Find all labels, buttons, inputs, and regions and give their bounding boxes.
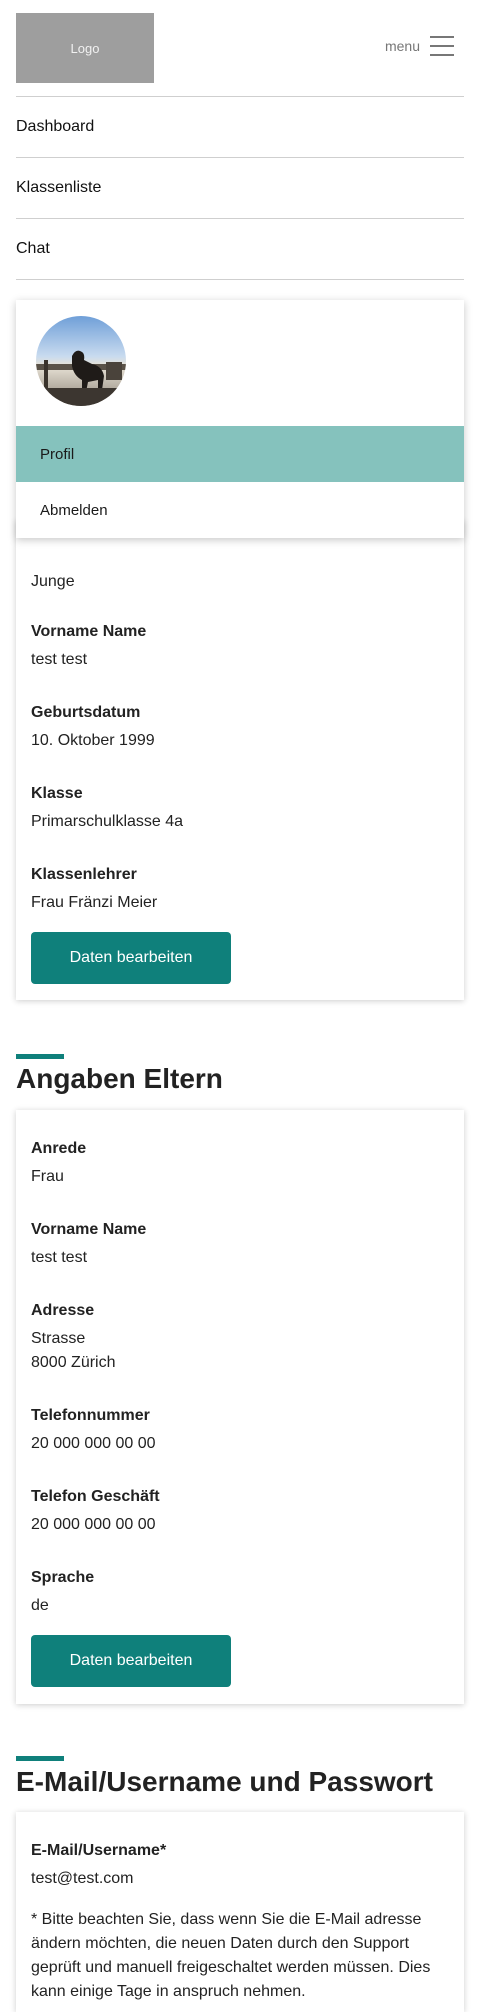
logo-text: Logo [70, 40, 100, 56]
main-nav: Dashboard Klassenliste Chat [16, 96, 464, 280]
field-value: Frau Fränzi Meier [31, 894, 158, 911]
section-accent-bar [16, 1054, 64, 1059]
field-value: test test [31, 651, 88, 668]
profile-menu-label: Profil [40, 445, 75, 463]
field-label: Sprache [31, 1569, 95, 1586]
email-change-note: * Bitte beachten Sie, dass wenn Sie die … [31, 1908, 451, 2004]
parents-info-card: Anrede Frau Vorname Name test test Adres… [16, 1110, 464, 1704]
section-title-account: E-Mail/Username und Passwort [16, 1766, 434, 1797]
header: Logo menu [0, 0, 480, 96]
field-label: Vorname Name [31, 623, 147, 640]
profile-menu-label: Abmelden [40, 501, 108, 519]
email-label: E-Mail/Username* [31, 1842, 167, 1859]
field-value: 10. Oktober 1999 [31, 732, 155, 749]
nav-item-label: Chat [16, 240, 50, 257]
nav-item-chat[interactable]: Chat [16, 218, 464, 280]
note-line: geprüft und manuell freigeschaltet werde… [31, 1959, 431, 1976]
nav-item-label: Dashboard [16, 118, 95, 135]
email-value: test@test.com [31, 1870, 134, 1887]
gender-value: Junge [31, 573, 75, 590]
edit-child-data-button[interactable]: Daten bearbeiten [31, 932, 231, 984]
nav-item-klassenliste[interactable]: Klassenliste [16, 157, 464, 218]
note-line: * Bitte beachten Sie, dass wenn Sie die … [31, 1911, 422, 1928]
note-line: ändern möchten, die neuen Daten durch de… [31, 1935, 410, 1952]
field-value: 20 000 000 00 00 [31, 1516, 156, 1533]
field-label: Anrede [31, 1140, 87, 1157]
field-label: Vorname Name [31, 1221, 147, 1238]
field-value: test test [31, 1249, 88, 1266]
section-accent-bar [16, 1756, 64, 1761]
logo[interactable]: Logo [16, 13, 154, 83]
nav-item-dashboard[interactable]: Dashboard [16, 96, 464, 157]
field-value: Primarschulklasse 4a [31, 813, 184, 830]
menu-toggle[interactable]: menu [385, 36, 454, 56]
profile-menu-item-profil[interactable]: Profil [16, 426, 464, 482]
field-label: Adresse [31, 1302, 95, 1319]
field-label: Telefonnummer [31, 1407, 150, 1424]
field-label: Klasse [31, 785, 83, 802]
hamburger-icon[interactable] [430, 36, 454, 56]
field-label: Klassenlehrer [31, 866, 137, 883]
section-title-parents: Angaben Eltern [16, 1063, 223, 1094]
field-value-line2: 8000 Zürich [31, 1354, 116, 1371]
field-value: 20 000 000 00 00 [31, 1435, 156, 1452]
note-line: kann einige Tage in anspruch nehmen. [31, 1983, 306, 2000]
avatar-image [36, 316, 126, 406]
menu-label: menu [384, 38, 420, 54]
field-value: de [31, 1597, 49, 1614]
profile-menu-item-abmelden[interactable]: Abmelden [16, 482, 464, 538]
field-value: Strasse [31, 1330, 86, 1347]
edit-parents-data-button[interactable]: Daten bearbeiten [31, 1635, 231, 1687]
field-value: Frau [31, 1168, 64, 1185]
field-label: Telefon Geschäft [31, 1488, 160, 1505]
nav-item-label: Klassenliste [16, 179, 102, 196]
child-info-card: Junge Vorname Name test test Geburtsdatu… [16, 520, 464, 1000]
account-info-card: E-Mail/Username* test@test.com * Bitte b… [16, 1812, 464, 2012]
avatar[interactable] [36, 316, 126, 406]
profile-dropdown: Profil Abmelden [16, 300, 464, 538]
field-label: Geburtsdatum [31, 704, 141, 721]
